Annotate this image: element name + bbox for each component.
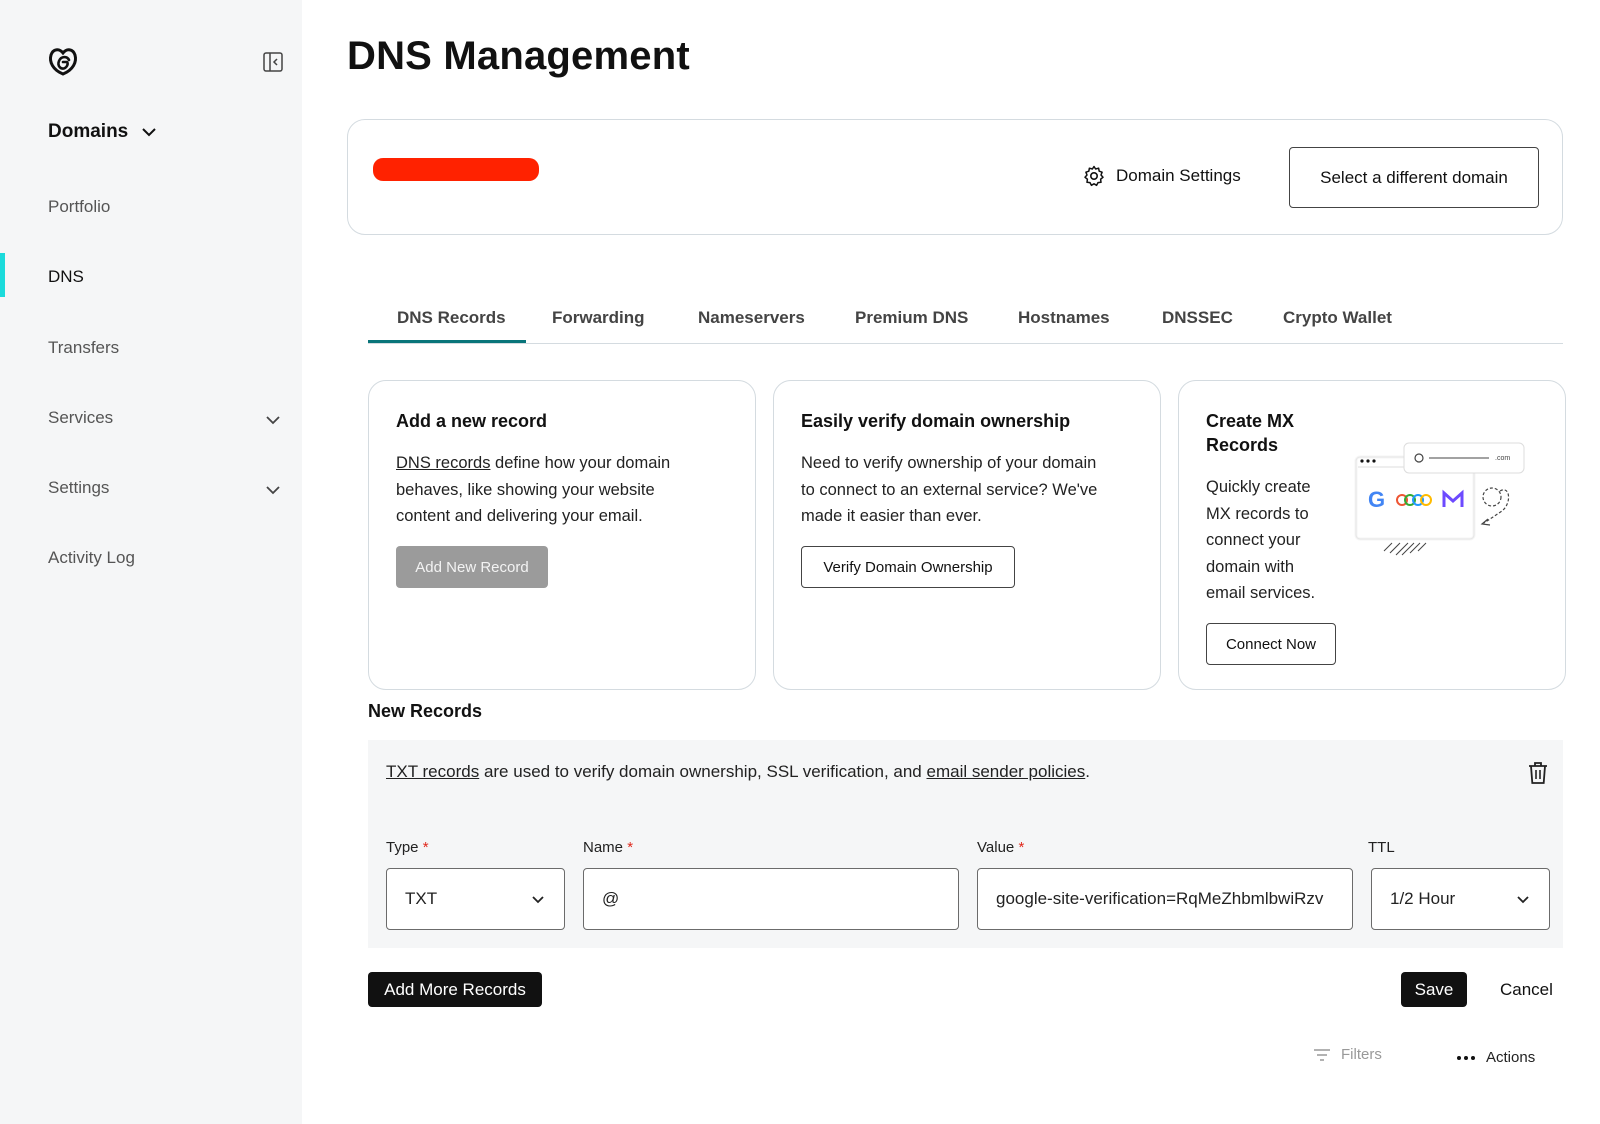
filters-label: Filters: [1341, 1046, 1382, 1063]
new-records-title: New Records: [368, 701, 483, 721]
required-mark: *: [627, 839, 634, 856]
record-description-text: are used to verify domain ownership, SSL…: [479, 762, 927, 781]
add-new-record-button[interactable]: Add New Record: [396, 546, 548, 588]
svg-text:G: G: [1368, 487, 1385, 512]
tab-hostnames[interactable]: Hostnames: [1018, 308, 1110, 328]
sidebar-item-settings[interactable]: Settings: [48, 478, 109, 498]
ttl-select-value: 1/2 Hour: [1390, 889, 1456, 908]
value-input[interactable]: google-site-verification=RqMeZhbmlbwiRzv: [977, 868, 1353, 930]
card-title: Create MX Records: [1206, 411, 1295, 455]
dns-records-link[interactable]: DNS records: [396, 454, 490, 472]
chevron-down-icon: [1517, 896, 1529, 904]
connect-now-button[interactable]: Connect Now: [1206, 623, 1336, 665]
domain-settings-button[interactable]: Domain Settings: [1082, 164, 1241, 188]
actions-label: Actions: [1486, 1049, 1536, 1066]
card-text: DNS records define how your domain behav…: [396, 450, 706, 530]
actions-button[interactable]: Actions: [1456, 1049, 1535, 1066]
filter-icon: [1314, 1048, 1330, 1061]
add-more-records-button[interactable]: Add More Records: [368, 972, 542, 1007]
tab-nameservers[interactable]: Nameservers: [698, 308, 805, 328]
ttl-label: TTL: [1368, 839, 1395, 856]
godaddy-logo-icon[interactable]: [46, 44, 80, 78]
add-record-card: Add a new record DNS records define how …: [368, 380, 756, 690]
save-button[interactable]: Save: [1401, 972, 1467, 1007]
cancel-button[interactable]: Cancel: [1500, 980, 1553, 1000]
name-input[interactable]: @: [583, 868, 959, 930]
tab-crypto-wallet[interactable]: Crypto Wallet: [1283, 308, 1392, 328]
active-indicator: [0, 253, 5, 297]
type-label: Type *: [386, 839, 429, 856]
sidebar-item-dns[interactable]: DNS: [48, 267, 84, 287]
tab-dns-records[interactable]: DNS Records: [397, 308, 506, 328]
sidebar-item-transfers[interactable]: Transfers: [48, 338, 119, 358]
svg-text:.com: .com: [1495, 455, 1510, 462]
sidebar: Domains Portfolio DNS Transfers Services…: [0, 0, 302, 1124]
required-mark: *: [1018, 839, 1025, 856]
card-text: Quickly create MX records to connect you…: [1206, 478, 1316, 602]
card-text: Need to verify ownership of your domain …: [801, 454, 1098, 525]
chevron-down-icon[interactable]: [264, 411, 282, 429]
email-sender-policies-link[interactable]: email sender policies: [927, 762, 1086, 781]
tab-forwarding[interactable]: Forwarding: [552, 308, 645, 328]
type-label-text: Type: [386, 839, 419, 856]
required-mark: *: [422, 839, 429, 856]
redacted-domain-name: [373, 158, 539, 181]
create-mx-card: Create MX Records Quickly create MX reco…: [1178, 380, 1566, 690]
gear-icon: [1084, 165, 1104, 187]
txt-records-link[interactable]: TXT records: [386, 762, 479, 781]
value-label-text: Value: [977, 839, 1015, 856]
select-different-domain-button[interactable]: Select a different domain: [1289, 147, 1539, 208]
page-title: DNS Management: [347, 34, 690, 78]
ttl-select[interactable]: 1/2 Hour: [1371, 868, 1550, 930]
record-description-end: .: [1085, 762, 1090, 781]
filters-button[interactable]: Filters: [1313, 1046, 1382, 1063]
name-label: Name *: [583, 839, 633, 856]
domain-settings-label: Domain Settings: [1116, 166, 1241, 185]
trash-icon[interactable]: [1526, 760, 1550, 786]
tab-dnssec[interactable]: DNSSEC: [1162, 308, 1233, 328]
domain-card: Domain Settings Select a different domai…: [347, 119, 1563, 235]
type-select-value: TXT: [405, 889, 438, 908]
tab-premium-dns[interactable]: Premium DNS: [855, 308, 968, 328]
verify-domain-ownership-button[interactable]: Verify Domain Ownership: [801, 546, 1015, 588]
chevron-down-icon: [142, 128, 156, 137]
dns-tabs: DNS Records Forwarding Nameservers Premi…: [368, 296, 1563, 344]
verify-ownership-card: Easily verify domain ownership Need to v…: [773, 380, 1161, 690]
email-services-illustration-icon: .com G: [1354, 442, 1525, 556]
sidebar-section-domains[interactable]: Domains: [48, 121, 158, 143]
collapse-sidebar-icon[interactable]: [262, 51, 284, 73]
card-title: Add a new record: [396, 411, 548, 431]
sidebar-item-activity-log[interactable]: Activity Log: [48, 548, 135, 568]
sidebar-item-services[interactable]: Services: [48, 408, 113, 428]
sidebar-item-portfolio[interactable]: Portfolio: [48, 197, 110, 217]
active-tab-indicator: [368, 340, 526, 343]
new-record-panel: TXT records are used to verify domain ow…: [368, 740, 1563, 948]
value-label: Value *: [977, 839, 1024, 856]
chevron-down-icon[interactable]: [264, 481, 282, 499]
sidebar-section-label: Domains: [48, 121, 129, 142]
chevron-down-icon: [532, 896, 544, 904]
card-title: Easily verify domain ownership: [801, 411, 1071, 431]
record-description: TXT records are used to verify domain ow…: [386, 762, 1090, 782]
type-select[interactable]: TXT: [386, 868, 565, 930]
more-horizontal-icon: [1457, 1055, 1475, 1060]
name-label-text: Name: [583, 839, 624, 856]
